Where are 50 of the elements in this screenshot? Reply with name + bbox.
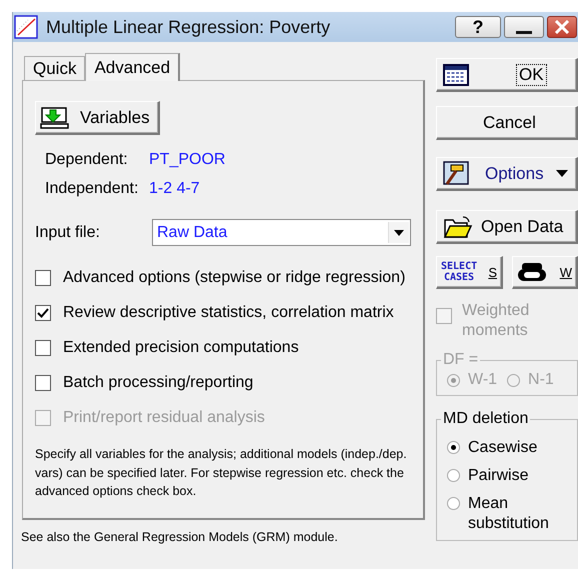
- help-text: Specify all variables for the analysis; additional models (indep./dep. vars) can be specified later. For stepwise regression etc. check the advanced options check box.: [35, 446, 408, 500]
- weight-button[interactable]: W: [512, 256, 578, 289]
- field-value: PT_POOR: [149, 150, 226, 168]
- checkbox-label: Review descriptive statistics, correlation matrix: [63, 304, 394, 322]
- weight-icon: [517, 261, 547, 283]
- radio-label: N-1: [528, 371, 554, 389]
- window-title: Multiple Linear Regression: Poverty: [46, 16, 332, 38]
- group-title: DF =: [442, 351, 480, 369]
- select-cases-button[interactable]: SELECT CASES S: [436, 256, 503, 289]
- checkbox[interactable]: [35, 304, 51, 320]
- hammer-icon: [443, 160, 469, 186]
- dropdown-arrow-icon: [556, 170, 568, 177]
- checkbox[interactable]: [35, 374, 51, 390]
- group-title: MD deletion: [442, 410, 530, 428]
- close-button[interactable]: [547, 16, 577, 38]
- radio-label: Casewise: [468, 438, 538, 458]
- dialog-button[interactable]: OK: [436, 58, 578, 92]
- dropdown-arrow-icon: [394, 230, 404, 236]
- checkbox[interactable]: [35, 340, 51, 356]
- checkbox-label: Extended precision computations: [63, 338, 299, 356]
- radio-button[interactable]: [447, 441, 460, 454]
- checkbox[interactable]: [35, 270, 51, 286]
- radio-label: Mean substitution: [468, 494, 550, 534]
- download-icon: [40, 106, 70, 130]
- input-file-label: Input file:: [35, 224, 101, 242]
- radio-label: W-1: [468, 371, 498, 389]
- table-icon: [443, 64, 469, 86]
- radio-label: Pairwise: [468, 466, 530, 486]
- variables-button[interactable]: Variables: [35, 101, 160, 135]
- close-icon: [554, 20, 570, 34]
- checkbox-label: Advanced options (stepwise or ridge regression): [63, 268, 406, 286]
- tab[interactable]: Quick: [24, 56, 86, 80]
- checkbox-label: Batch processing/reporting: [63, 374, 254, 392]
- field-label: Independent:: [45, 180, 140, 198]
- radio-button[interactable]: [447, 497, 460, 510]
- checkbox-label: Print/report residual analysis: [63, 408, 265, 426]
- radio-button[interactable]: [447, 469, 460, 482]
- footer-text: See also the General Regression Models (GRM) module.: [21, 530, 339, 544]
- folder-icon: [443, 214, 473, 238]
- checkbox-label: Weighted moments: [462, 301, 530, 341]
- tab[interactable]: Advanced: [85, 53, 180, 81]
- input-file-dropdown[interactable]: Raw Data: [152, 219, 411, 246]
- chart-icon: [14, 15, 38, 39]
- dialog-button[interactable]: Cancel: [436, 106, 578, 140]
- dialog-button[interactable]: Open Data: [436, 210, 578, 244]
- field-value: 1-2 4-7: [149, 180, 200, 198]
- field-label: Dependent:: [45, 150, 129, 168]
- minimize-button[interactable]: [504, 16, 544, 38]
- dialog-button[interactable]: Options: [436, 157, 578, 191]
- help-button[interactable]: ?: [455, 16, 501, 38]
